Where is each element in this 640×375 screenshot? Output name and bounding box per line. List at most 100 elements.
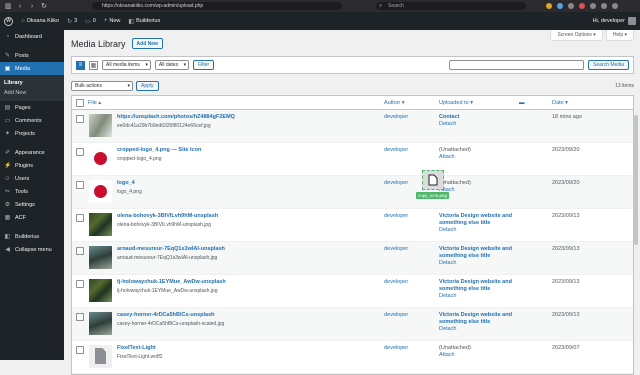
site-name-link[interactable]: ⌂ Oksana Kiiko — [21, 18, 59, 24]
browser-search-field[interactable]: Search — [376, 2, 526, 10]
author-link[interactable]: developer — [384, 279, 408, 285]
media-title-link[interactable]: logo_4 — [117, 180, 135, 186]
media-thumbnail[interactable] — [89, 213, 112, 236]
media-thumbnail[interactable] — [89, 180, 112, 203]
attach-link[interactable]: Attach — [439, 352, 455, 358]
detach-link[interactable]: Detach — [439, 293, 456, 299]
author-link[interactable]: developer — [384, 246, 408, 252]
extension-icon[interactable] — [601, 3, 607, 9]
row-checkbox[interactable] — [76, 313, 84, 321]
row-checkbox[interactable] — [76, 214, 84, 222]
comments-column-icon[interactable]: ▬ — [519, 100, 525, 106]
media-title-link[interactable]: olena-bohovyk-3BIVILvh9hM-unsplash — [117, 213, 218, 219]
back-icon[interactable]: ‹ — [16, 3, 24, 10]
media-thumbnail[interactable] — [89, 312, 112, 335]
detach-link[interactable]: Detach — [439, 121, 456, 127]
attach-link[interactable]: Attach — [439, 154, 455, 160]
extension-icon[interactable] — [568, 3, 574, 9]
sidebar-item-users[interactable]: ☺ Users — [0, 172, 64, 185]
sidebar-item-media[interactable]: ▣ Media — [0, 62, 64, 75]
media-title-link[interactable]: https://unsplash.com/photos/hZ4884gF2EMQ — [117, 114, 235, 120]
sidebar-item-acf[interactable]: ▦ ACF — [0, 211, 64, 224]
extension-icon[interactable] — [579, 3, 585, 9]
author-link[interactable]: developer — [384, 312, 408, 318]
uploaded-to-link[interactable]: Contact — [439, 114, 524, 121]
my-account-link[interactable]: Hi, developer — [593, 17, 636, 25]
media-title-link[interactable]: casey-horner-4rDCa5hBlCs-unsplash — [117, 312, 215, 318]
row-checkbox[interactable] — [76, 247, 84, 255]
file-document-icon[interactable] — [89, 345, 112, 368]
sidebar-collapse[interactable]: ◀ Collapse menu — [0, 243, 64, 256]
sidebar-subitem-add-new[interactable]: Add New — [0, 88, 64, 98]
comments-link[interactable]: ▭ 0 — [85, 18, 96, 25]
updates-link[interactable]: ↻ 3 — [67, 18, 77, 25]
media-title-link[interactable]: arnaud-mesureur-7EqQ1s3wIAI-unsplash — [117, 246, 225, 252]
media-type-select[interactable]: All media items — [102, 60, 151, 70]
uploaded-to-link[interactable]: Victoria Design website and something el… — [439, 312, 524, 326]
sidebar-subitem-library[interactable]: Library — [0, 78, 64, 88]
select-all-checkbox[interactable] — [76, 98, 84, 107]
wordpress-logo-icon[interactable]: W — [4, 16, 13, 26]
media-thumbnail[interactable] — [89, 246, 112, 269]
add-new-button[interactable]: Add New — [131, 38, 163, 49]
uploaded-to-link[interactable]: Victoria Design website and something el… — [439, 279, 524, 293]
sidebar-item-pages[interactable]: ▤ Pages — [0, 101, 64, 114]
media-title-link[interactable]: FixelText-Light — [117, 345, 156, 351]
screen-options-button[interactable]: Screen Options ▾ — [550, 30, 603, 41]
reload-icon[interactable]: ↻ — [40, 2, 48, 10]
extension-icon[interactable] — [546, 3, 552, 9]
row-checkbox[interactable] — [76, 181, 84, 189]
uploaded-to-link[interactable]: Victoria Design website and something el… — [439, 246, 524, 260]
sidebar-item-posts[interactable]: ✎ Posts — [0, 49, 64, 62]
extension-icon[interactable] — [590, 3, 596, 9]
author-link[interactable]: developer — [384, 345, 408, 351]
list-view-icon[interactable]: ≡ — [76, 60, 85, 70]
uploaded-to-link[interactable]: Victoria Design website and something el… — [439, 213, 524, 227]
sidebar-item-plugins[interactable]: ⚡ Plugins — [0, 159, 64, 172]
extension-icon[interactable] — [612, 3, 618, 9]
scrollbar[interactable] — [634, 115, 638, 245]
author-link[interactable]: developer — [384, 213, 408, 219]
row-checkbox[interactable] — [76, 148, 84, 156]
media-thumbnail[interactable] — [89, 114, 112, 137]
sidebar-item-comments[interactable]: ▭ Comments — [0, 114, 64, 127]
detach-link[interactable]: Detach — [439, 227, 456, 233]
media-title-link[interactable]: cropped-logo_4.png — Site Icon — [117, 147, 201, 153]
column-uploaded-to[interactable]: Uploaded to ▾ — [439, 100, 473, 106]
address-bar[interactable]: https://oksanakiiko.com/wp-admin/upload.… — [92, 2, 342, 10]
column-date[interactable]: Date ▾ — [552, 100, 568, 106]
builderius-link[interactable]: ◧ Builderius — [128, 18, 160, 25]
row-checkbox[interactable] — [76, 346, 84, 354]
apply-button[interactable]: Apply — [136, 81, 159, 91]
bulk-actions-select[interactable]: Bulk actions — [71, 81, 133, 91]
media-thumbnail[interactable] — [89, 147, 112, 170]
sidebar-item-builderius[interactable]: ◧ Builderius — [0, 230, 64, 243]
row-checkbox[interactable] — [76, 115, 84, 123]
forward-icon[interactable]: › — [28, 3, 36, 10]
author-link[interactable]: developer — [384, 114, 408, 120]
author-link[interactable]: developer — [384, 180, 408, 186]
sidebar-item-tools[interactable]: ✂ Tools — [0, 185, 64, 198]
sidebar-item-dashboard[interactable]: ◔ Dashboard — [0, 30, 64, 43]
sidebar-item-projects[interactable]: ✦ Projects — [0, 127, 64, 140]
new-content-link[interactable]: + New — [104, 18, 121, 24]
sidebar-item-appearance[interactable]: ✐ Appearance — [0, 146, 64, 159]
row-checkbox[interactable] — [76, 280, 84, 288]
search-media-input[interactable] — [449, 60, 585, 70]
column-file[interactable]: File ▴ — [88, 100, 101, 106]
date-select[interactable]: All dates — [154, 60, 190, 70]
author-link[interactable]: developer — [384, 147, 408, 153]
detach-link[interactable]: Detach — [439, 326, 456, 332]
filter-button[interactable]: Filter — [193, 60, 215, 70]
search-media-button[interactable]: Search Media — [588, 60, 629, 70]
sidebar-toggle-icon[interactable]: ▥ — [4, 2, 12, 10]
media-title-link[interactable]: tj-holowaychuk-1EYMue_AwDw-unsplash — [117, 279, 226, 285]
grid-view-icon[interactable]: ▦ — [89, 60, 98, 70]
sidebar-item-settings[interactable]: ⚙ Settings — [0, 198, 64, 211]
column-author[interactable]: Author ▾ — [384, 100, 405, 106]
media-thumbnail[interactable] — [89, 279, 112, 302]
detach-link[interactable]: Detach — [439, 260, 456, 266]
help-button[interactable]: Help ▾ — [605, 30, 634, 41]
dragged-file-ghost[interactable]: copy_icon.png — [416, 170, 452, 200]
extension-icon[interactable] — [557, 3, 563, 9]
